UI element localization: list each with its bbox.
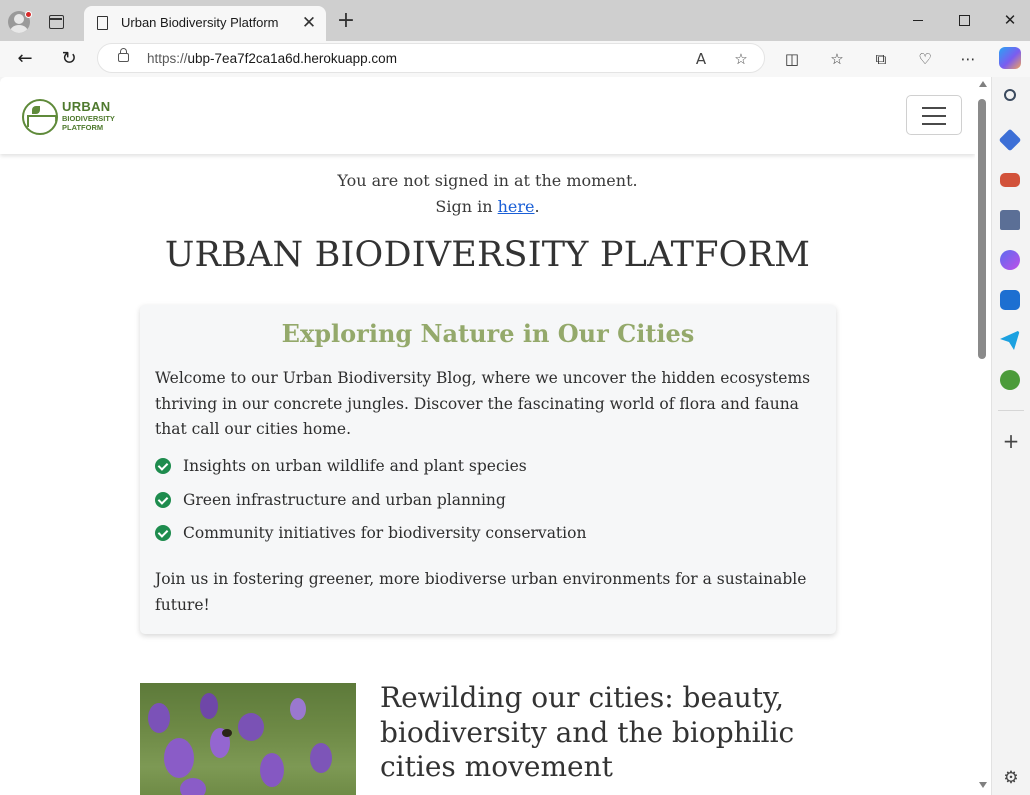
- browser-essentials-icon[interactable]: ♡: [914, 48, 936, 70]
- sidebar-shopping-icon[interactable]: [998, 128, 1022, 152]
- feature-item: Insights on urban wildlife and plant spe…: [155, 455, 820, 489]
- page-document-icon: [97, 16, 108, 30]
- logo-line: PLATFORM: [62, 122, 104, 132]
- check-circle-icon: [155, 458, 171, 474]
- feature-text: Community initiatives for biodiversity c…: [183, 524, 587, 542]
- menu-bar-icon: [922, 107, 946, 109]
- new-tab-icon[interactable]: +: [334, 10, 358, 34]
- more-menu-icon[interactable]: ⋯: [957, 48, 979, 70]
- sidebar-games-icon[interactable]: [1000, 210, 1020, 230]
- logo-emblem-icon: [22, 99, 58, 135]
- intro-card-heading: Exploring Nature in Our Cities: [281, 319, 695, 348]
- signin-status-message: You are not signed in at the moment.: [337, 171, 638, 190]
- signin-prompt: Sign in here.: [0, 197, 975, 216]
- split-screen-icon[interactable]: ◫: [781, 48, 803, 70]
- sidebar-settings-icon[interactable]: ⚙: [1000, 767, 1022, 789]
- browser-tab[interactable]: Urban Biodiversity Platform ✕: [84, 6, 326, 41]
- address-bar[interactable]: https://ubp-7ea7f2ca1a6d.herokuapp.com A…: [97, 43, 765, 73]
- flower-shape: [164, 738, 194, 778]
- feature-item: Green infrastructure and urban planning: [155, 489, 820, 523]
- scroll-thumb[interactable]: [978, 99, 986, 359]
- navbar-toggle-button[interactable]: [906, 95, 962, 135]
- feature-list: Insights on urban wildlife and plant spe…: [155, 455, 820, 556]
- signin-link[interactable]: here: [498, 197, 535, 216]
- sidebar-outlook-icon[interactable]: [1000, 290, 1020, 310]
- logo-text: URBAN BIODIVERSITY PLATFORM: [62, 100, 115, 131]
- address-toolbar: ← ↻ https://ubp-7ea7f2ca1a6d.herokuapp.c…: [0, 41, 1030, 77]
- scroll-down-arrow-icon[interactable]: [979, 782, 987, 788]
- maximize-button[interactable]: [949, 8, 979, 32]
- feature-text: Green infrastructure and urban planning: [183, 490, 506, 509]
- flower-shape: [290, 698, 306, 720]
- menu-bar-icon: [922, 123, 946, 125]
- minimize-button[interactable]: [903, 8, 933, 32]
- favorites-icon[interactable]: ☆: [826, 48, 848, 70]
- feature-text: Insights on urban wildlife and plant spe…: [183, 457, 527, 475]
- flower-shape: [180, 778, 206, 795]
- flower-shape: [148, 703, 170, 733]
- signin-suffix: .: [534, 197, 540, 216]
- sidebar-tools-icon[interactable]: [1000, 173, 1020, 187]
- url-host: ubp-7ea7f2ca1a6d.herokuapp.com: [187, 51, 397, 66]
- scroll-up-arrow-icon[interactable]: [979, 81, 987, 87]
- tab-title: Urban Biodiversity Platform: [121, 15, 279, 30]
- logo-line: BIODIVERSITY: [62, 114, 115, 123]
- sidebar-drop-icon[interactable]: [1000, 330, 1020, 350]
- lock-icon[interactable]: [118, 48, 129, 62]
- favorite-star-icon[interactable]: ☆: [730, 48, 752, 70]
- sidebar-microsoft365-icon[interactable]: [1000, 250, 1020, 270]
- tab-actions-icon[interactable]: [49, 15, 64, 29]
- signin-prefix: Sign in: [435, 197, 493, 216]
- sidebar-divider: [998, 410, 1024, 411]
- reload-icon[interactable]: ↻: [57, 47, 81, 71]
- read-aloud-icon[interactable]: A: [690, 48, 712, 70]
- flower-shape: [310, 743, 332, 773]
- page-viewport: URBAN BIODIVERSITY PLATFORM You are not …: [0, 77, 975, 795]
- flower-shape: [200, 693, 218, 719]
- post-title-link[interactable]: Rewilding our cities: beauty, biodiversi…: [380, 681, 840, 785]
- tab-close-icon[interactable]: ✕: [298, 12, 320, 34]
- collections-icon[interactable]: ⧉: [870, 48, 892, 70]
- menu-bar-icon: [922, 115, 946, 117]
- check-circle-icon: [155, 525, 171, 541]
- intro-card-outro: Join us in fostering greener, more biodi…: [155, 570, 807, 614]
- flower-shape: [260, 753, 284, 787]
- sidebar-search-icon[interactable]: [1004, 89, 1016, 101]
- url-protocol: https://: [147, 51, 188, 66]
- browser-title-bar: Urban Biodiversity Platform ✕ + ✕: [0, 0, 1030, 41]
- flower-shape: [238, 713, 264, 741]
- back-arrow-icon[interactable]: ←: [13, 47, 37, 71]
- site-logo[interactable]: URBAN BIODIVERSITY PLATFORM: [22, 98, 115, 136]
- feature-item: Community initiatives for biodiversity c…: [155, 522, 820, 556]
- notification-dot-icon: [25, 11, 32, 18]
- copilot-icon[interactable]: [999, 47, 1021, 69]
- sidebar-add-icon[interactable]: +: [1000, 431, 1022, 453]
- check-circle-icon: [155, 491, 171, 508]
- url-text[interactable]: https://ubp-7ea7f2ca1a6d.herokuapp.com: [147, 51, 397, 66]
- browser-sidebar: + ⚙: [991, 77, 1030, 795]
- bee-shape: [222, 729, 232, 737]
- intro-card: Exploring Nature in Our Cities Welcome t…: [140, 305, 836, 634]
- post-thumbnail-image[interactable]: [140, 683, 356, 795]
- intro-card-text: Welcome to our Urban Biodiversity Blog, …: [155, 369, 811, 438]
- site-navbar: URBAN BIODIVERSITY PLATFORM: [0, 77, 975, 154]
- page-title: URBAN BIODIVERSITY PLATFORM: [164, 235, 811, 275]
- logo-line: URBAN: [62, 99, 111, 114]
- window-close-button[interactable]: ✕: [995, 8, 1025, 32]
- page-scrollbar[interactable]: [975, 77, 991, 795]
- sidebar-tree-icon[interactable]: [1000, 370, 1020, 390]
